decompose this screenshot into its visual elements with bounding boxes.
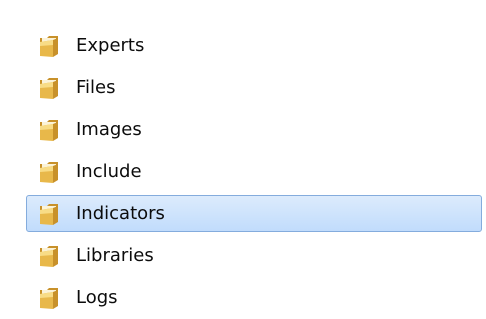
- folder-icon-graphic: [40, 288, 58, 309]
- folder-label: Indicators: [76, 203, 165, 224]
- folder-icon: [38, 286, 64, 310]
- folder-label: Include: [76, 161, 142, 182]
- folder-label: Experts: [76, 35, 145, 56]
- folder-row-indicators[interactable]: Indicators: [0, 193, 486, 235]
- folder-row-experts[interactable]: Experts: [0, 25, 486, 67]
- folder-label: Logs: [76, 287, 118, 308]
- folder-row-files[interactable]: Files: [0, 67, 486, 109]
- folder-label: Images: [76, 119, 142, 140]
- folder-icon-graphic: [40, 120, 58, 141]
- folder-label: Files: [76, 77, 116, 98]
- folder-icon-graphic: [40, 246, 58, 267]
- folder-row-logs[interactable]: Logs: [0, 277, 486, 319]
- folder-icon-graphic: [40, 36, 58, 57]
- folder-list: Experts Files Images Include Indicators …: [0, 25, 486, 319]
- folder-icon: [38, 76, 64, 100]
- folder-icon: [38, 118, 64, 142]
- folder-icon: [38, 244, 64, 268]
- folder-label: Libraries: [76, 245, 154, 266]
- folder-icon-graphic: [40, 162, 58, 183]
- folder-icon: [38, 160, 64, 184]
- folder-icon-graphic: [40, 78, 58, 99]
- folder-icon: [38, 202, 64, 226]
- folder-row-images[interactable]: Images: [0, 109, 486, 151]
- folder-icon-graphic: [40, 204, 58, 225]
- folder-icon: [38, 34, 64, 58]
- folder-row-libraries[interactable]: Libraries: [0, 235, 486, 277]
- folder-row-include[interactable]: Include: [0, 151, 486, 193]
